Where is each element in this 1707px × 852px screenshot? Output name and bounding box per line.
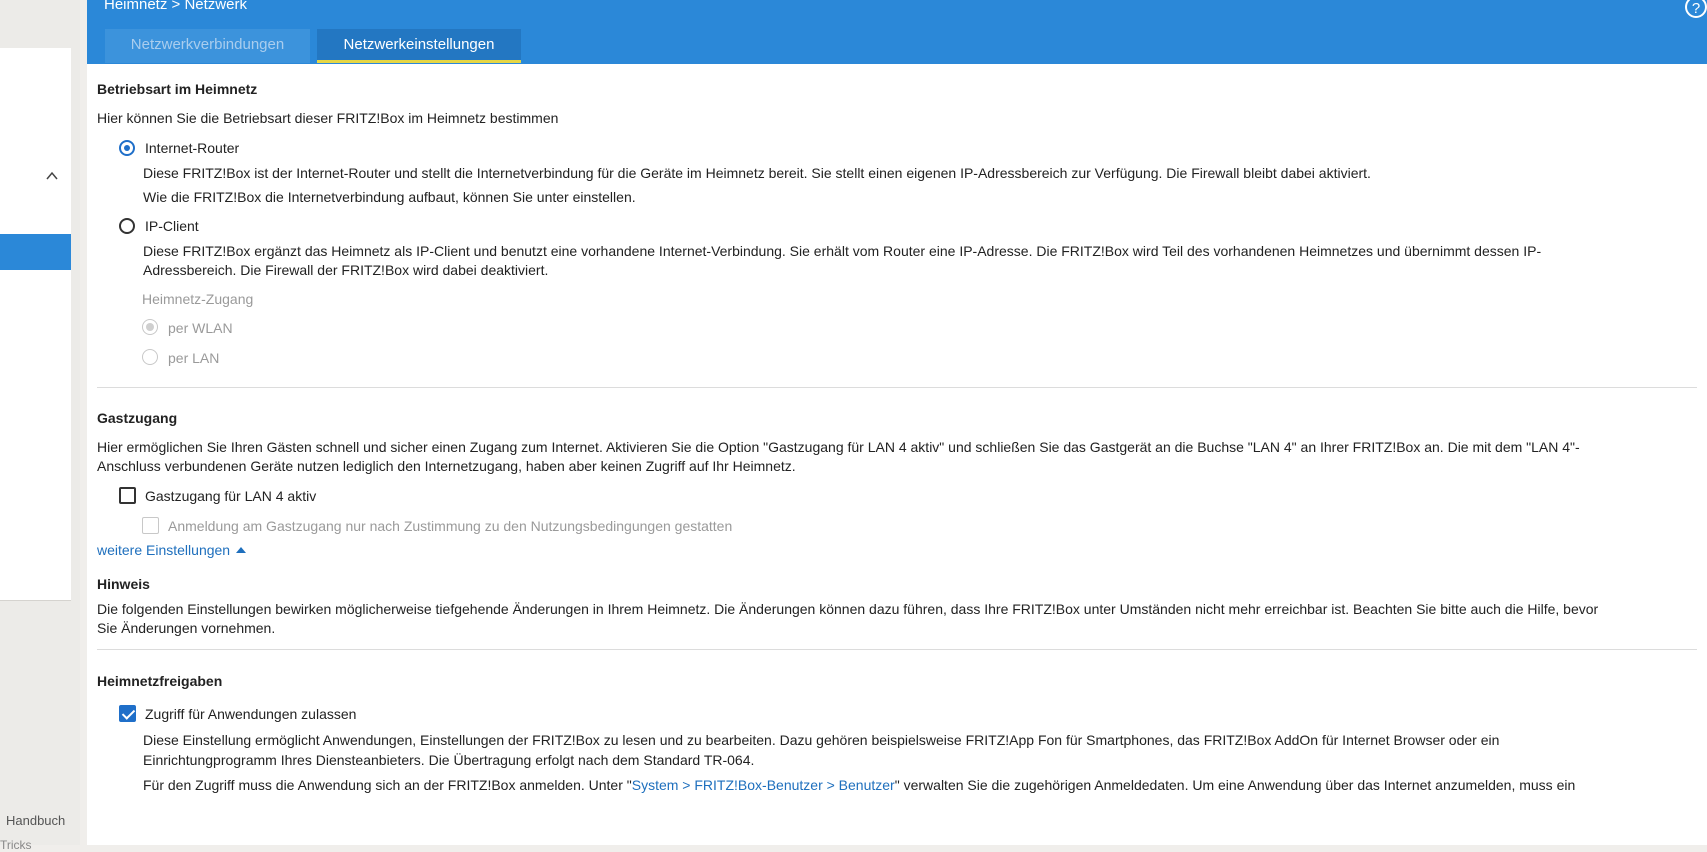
sidebar: Handbuch Tricks bbox=[0, 0, 80, 852]
client-description-2: Adressbereich. Die Firewall der FRITZ!Bo… bbox=[143, 262, 549, 278]
checkbox-consent[interactable] bbox=[142, 517, 159, 534]
checkbox-gastzugang-lan4-label[interactable]: Gastzugang für LAN 4 aktiv bbox=[145, 486, 316, 506]
section-title-heimnetzfreigaben: Heimnetzfreigaben bbox=[97, 673, 223, 689]
sidebar-link-tricks[interactable]: Tricks bbox=[0, 838, 32, 852]
betriebsart-intro: Hier können Sie die Betriebsart dieser F… bbox=[97, 110, 559, 126]
benutzer-link[interactable]: System > FRITZ!Box-Benutzer > Benutzer bbox=[632, 777, 895, 793]
section-title-hinweis: Hinweis bbox=[97, 576, 150, 592]
section-divider-2 bbox=[97, 649, 1697, 650]
radio-per-lan-label: per LAN bbox=[168, 350, 220, 366]
tab-netzwerkeinstellungen[interactable]: Netzwerkeinstellungen bbox=[317, 29, 521, 63]
page-header: Heimnetz > Netzwerk ? Netzwerkverbindung… bbox=[87, 0, 1707, 64]
sidebar-link-handbuch[interactable]: Handbuch bbox=[6, 813, 65, 828]
checkbox-gastzugang-lan4[interactable] bbox=[119, 487, 136, 504]
freigaben-desc: Diese Einstellung ermöglicht Anwendungen… bbox=[143, 732, 1500, 748]
freigaben-desc-2: Einrichtungprogramm Ihres Diensteanbiete… bbox=[143, 752, 755, 768]
radio-internet-router-label[interactable]: Internet-Router bbox=[145, 138, 239, 158]
hinweis-desc: Die folgenden Einstellungen bewirken mög… bbox=[97, 601, 1599, 617]
freigaben-desc-3-post: " verwalten Sie die zugehörigen Anmelded… bbox=[894, 777, 1576, 793]
heimnetz-zugang-label: Heimnetz-Zugang bbox=[142, 291, 254, 307]
checkbox-zugriff-anwendungen-label[interactable]: Zugriff für Anwendungen zulassen bbox=[145, 704, 356, 724]
freigaben-desc-3-pre: Für den Zugriff muss die Anwendung sich … bbox=[143, 777, 632, 793]
help-icon[interactable]: ? bbox=[1685, 0, 1707, 18]
router-description: Diese FRITZ!Box ist der Internet-Router … bbox=[143, 165, 1371, 181]
sidebar-item-active[interactable] bbox=[0, 234, 71, 270]
checkbox-consent-label: Anmeldung am Gastzugang nur nach Zustimm… bbox=[168, 518, 733, 534]
caret-up-icon bbox=[236, 547, 247, 553]
breadcrumb: Heimnetz > Netzwerk bbox=[104, 0, 247, 13]
sidebar-menu-panel bbox=[0, 48, 71, 601]
radio-per-wlan[interactable] bbox=[142, 319, 158, 335]
hinweis-desc-2: Sie Änderungen vornehmen. bbox=[97, 620, 276, 636]
checkbox-zugriff-anwendungen[interactable] bbox=[119, 705, 136, 722]
tab-netzwerkverbindungen[interactable]: Netzwerkverbindungen bbox=[105, 29, 310, 63]
gastzugang-desc-2: Anschluss verbundenen Geräte nutzen ledi… bbox=[97, 458, 796, 474]
radio-internet-router[interactable] bbox=[119, 140, 135, 156]
section-divider bbox=[97, 387, 1697, 388]
router-description-2: Wie die FRITZ!Box die Internetverbindung… bbox=[143, 189, 636, 205]
radio-per-lan[interactable] bbox=[142, 349, 158, 365]
radio-per-wlan-label: per WLAN bbox=[168, 320, 233, 336]
section-title-gastzugang: Gastzugang bbox=[97, 410, 178, 426]
freigaben-desc-3: Für den Zugriff muss die Anwendung sich … bbox=[143, 775, 1575, 795]
radio-ip-client-label[interactable]: IP-Client bbox=[145, 216, 199, 236]
client-description: Diese FRITZ!Box ergänzt das Heimnetz als… bbox=[143, 243, 1542, 259]
section-title-betriebsart: Betriebsart im Heimnetz bbox=[97, 81, 258, 97]
chevron-up-icon[interactable] bbox=[46, 170, 58, 182]
radio-ip-client[interactable] bbox=[119, 218, 135, 234]
weitere-einstellungen-label[interactable]: weitere Einstellungen bbox=[97, 542, 230, 558]
weitere-einstellungen-link[interactable]: weitere Einstellungen bbox=[97, 540, 247, 560]
gastzugang-desc: Hier ermöglichen Sie Ihren Gästen schnel… bbox=[97, 439, 1580, 455]
